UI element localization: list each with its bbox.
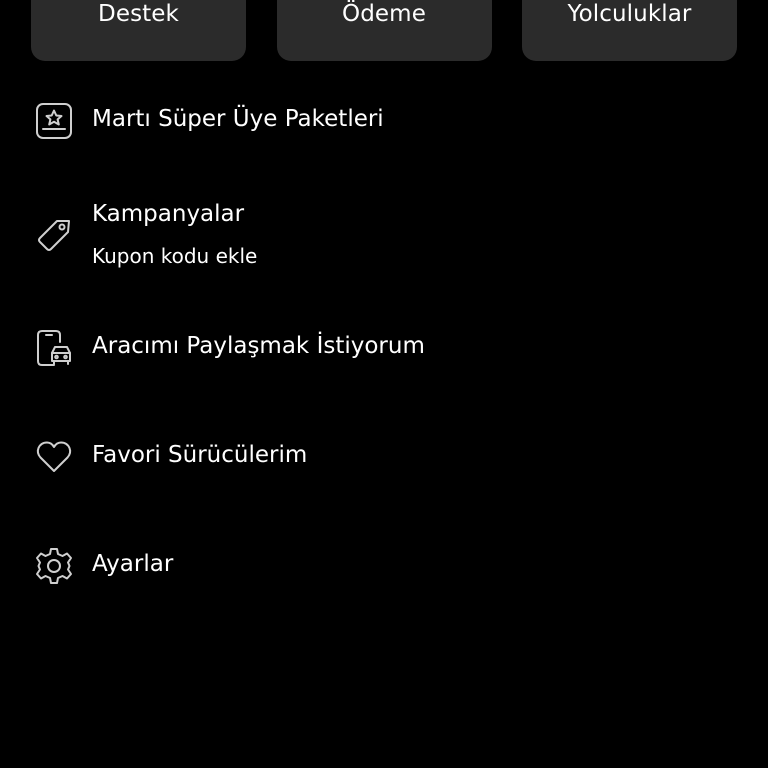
menu-item-favorite-drivers[interactable]: Favori Sürücülerim [0, 428, 768, 488]
tag-icon [34, 215, 74, 255]
rides-button[interactable]: Yolculuklar [522, 0, 737, 61]
menu-item-settings-label: Ayarlar [92, 551, 174, 577]
menu-item-super-member[interactable]: Martı Süper Üye Paketleri [0, 92, 768, 152]
menu-item-super-member-label: Martı Süper Üye Paketleri [92, 106, 384, 132]
menu-item-campaigns-label: Kampanyalar [92, 201, 245, 227]
payment-button[interactable]: Ödeme [276, 0, 492, 61]
rides-button-label: Yolculuklar [567, 0, 692, 27]
heart-icon [34, 437, 74, 477]
menu-item-share-vehicle[interactable]: Aracımı Paylaşmak İstiyorum [0, 319, 768, 379]
support-button[interactable]: Destek [31, 0, 246, 61]
phone-car-icon [34, 328, 74, 368]
support-button-label: Destek [98, 0, 179, 27]
menu-item-settings[interactable]: Ayarlar [0, 537, 768, 597]
menu-item-campaigns[interactable]: Kampanyalar Kupon kodu ekle [0, 200, 768, 275]
gear-icon [34, 546, 74, 586]
quick-actions-row: Destek Ödeme Yolculuklar [31, 0, 737, 61]
menu-item-share-vehicle-label: Aracımı Paylaşmak İstiyorum [92, 333, 425, 359]
menu-screen: Destek Ödeme Yolculuklar Martı Süper Üye… [0, 0, 768, 768]
menu-item-campaigns-sublabel: Kupon kodu ekle [92, 244, 258, 268]
star-badge-icon [34, 101, 74, 141]
payment-button-label: Ödeme [342, 0, 426, 27]
menu-item-favorite-drivers-label: Favori Sürücülerim [92, 442, 308, 468]
